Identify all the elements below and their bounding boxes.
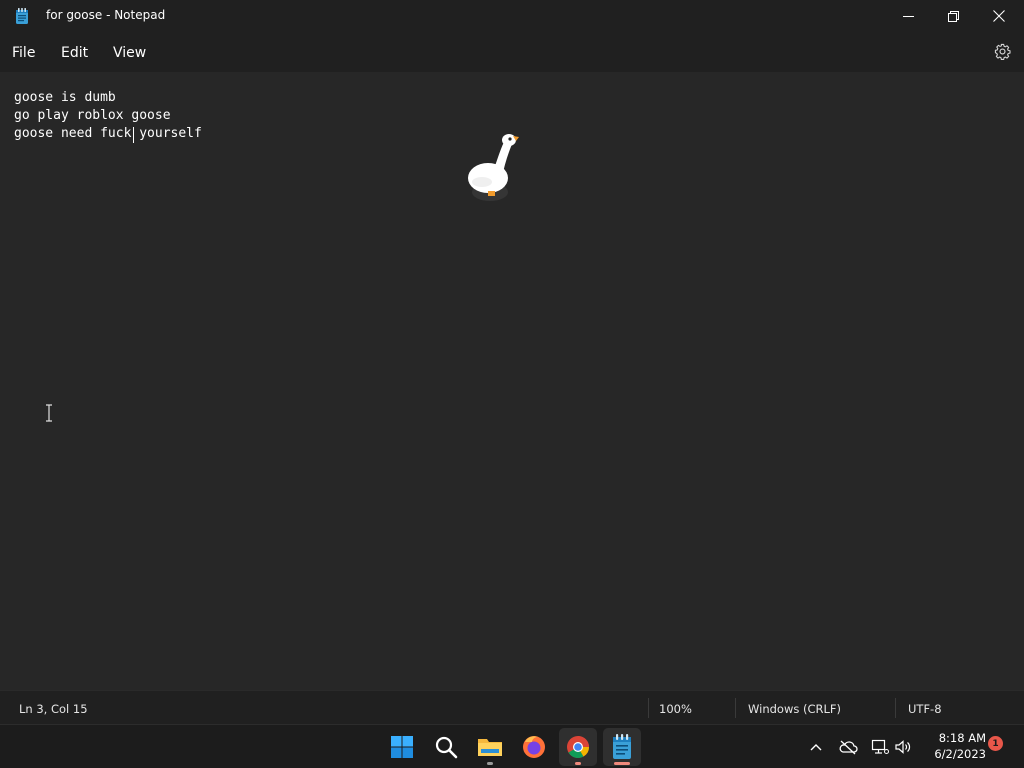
maximize-button[interactable]	[930, 0, 976, 32]
network-icon	[871, 739, 889, 754]
title-bar: for goose - Notepad	[0, 0, 1024, 32]
text-caret	[133, 127, 134, 143]
menu-edit[interactable]: Edit	[61, 45, 88, 61]
notepad-icon	[16, 8, 28, 24]
status-divider	[895, 698, 896, 718]
status-line-ending: Windows (CRLF)	[748, 702, 842, 716]
notification-badge[interactable]: 1	[988, 736, 1003, 751]
notepad-icon	[613, 734, 631, 759]
firefox-button[interactable]	[515, 728, 553, 766]
running-indicator	[575, 762, 581, 765]
status-divider	[648, 698, 649, 718]
chrome-icon	[567, 736, 589, 758]
clock-date: 6/2/2023	[934, 747, 986, 761]
minimize-icon	[902, 15, 914, 17]
file-explorer-button[interactable]	[471, 728, 509, 766]
status-zoom: 100%	[659, 702, 692, 716]
show-hidden-icons-button[interactable]	[806, 737, 826, 757]
firefox-icon	[523, 736, 545, 758]
status-encoding: UTF-8	[908, 702, 942, 716]
search-icon	[435, 736, 458, 759]
start-button[interactable]	[383, 728, 421, 766]
window-title: for goose - Notepad	[46, 8, 166, 22]
ibeam-cursor-icon	[46, 404, 52, 422]
clock-time: 8:18 AM	[938, 731, 986, 745]
editor-line[interactable]: goose is dumb	[14, 89, 116, 107]
onedrive-button[interactable]	[838, 737, 858, 757]
windows-start-icon	[391, 736, 413, 758]
editor-line[interactable]: goose need fuck yourself	[14, 125, 202, 143]
clock[interactable]: 8:18 AM 6/2/2023	[918, 730, 986, 762]
folder-icon	[478, 739, 502, 756]
status-divider	[735, 698, 736, 718]
taskbar: 8:18 AM 6/2/2023	[0, 724, 1024, 768]
menu-bar: File Edit View	[0, 32, 1024, 72]
notepad-button[interactable]	[603, 728, 641, 766]
status-position: Ln 3, Col 15	[19, 702, 88, 716]
chrome-button[interactable]	[559, 728, 597, 766]
menu-view[interactable]: View	[113, 45, 146, 61]
minimize-button[interactable]	[885, 0, 931, 32]
chevron-up-icon	[810, 744, 822, 751]
network-button[interactable]	[870, 737, 890, 757]
active-indicator	[614, 762, 630, 765]
gear-icon[interactable]	[994, 43, 1011, 60]
goose-icon	[468, 134, 519, 201]
running-indicator	[487, 762, 493, 765]
volume-icon	[895, 740, 911, 754]
menu-file[interactable]: File	[12, 45, 35, 61]
close-button[interactable]	[976, 0, 1022, 32]
close-icon	[993, 10, 1005, 22]
search-button[interactable]	[427, 728, 465, 766]
onedrive-offline-icon	[839, 740, 858, 755]
volume-button[interactable]	[893, 737, 913, 757]
status-bar: Ln 3, Col 15 100% Windows (CRLF) UTF-8	[0, 690, 1024, 724]
restore-icon	[947, 10, 959, 22]
editor-line[interactable]: go play roblox goose	[14, 107, 171, 125]
